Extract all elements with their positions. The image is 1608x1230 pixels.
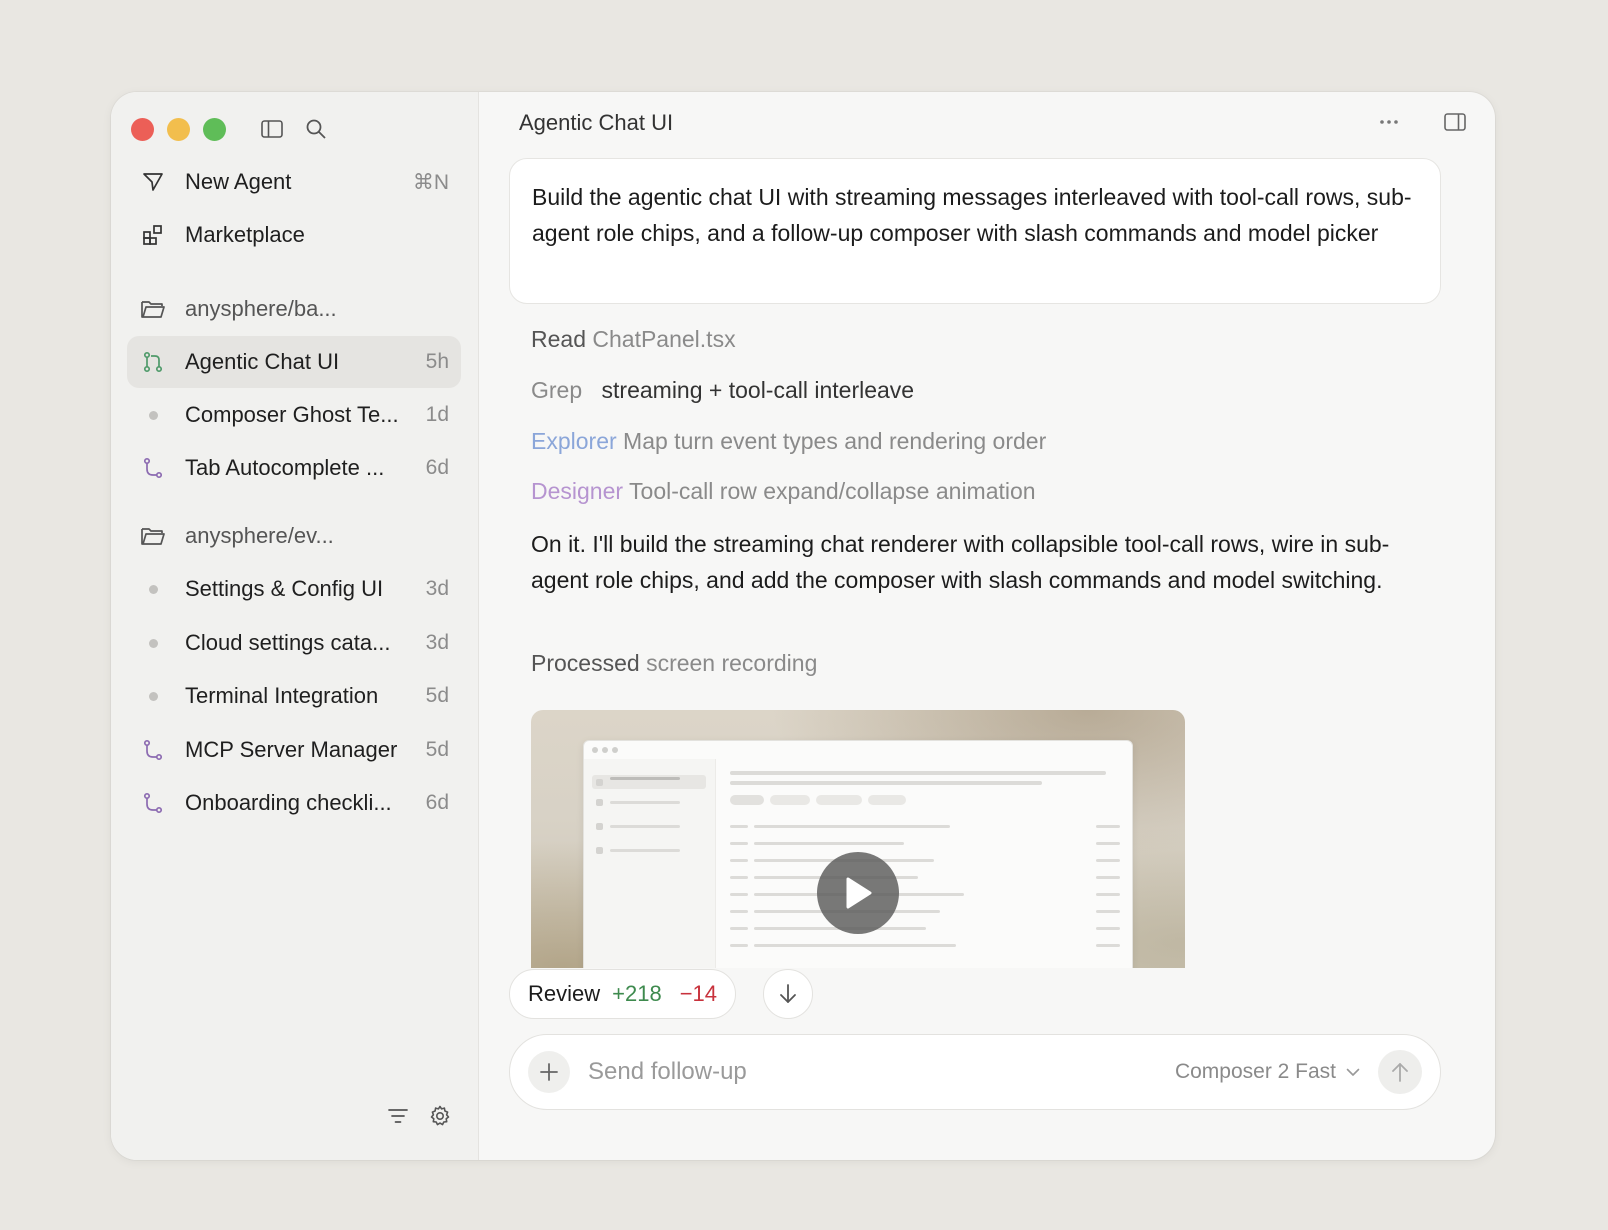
subagent-task: Tool-call row expand/collapse animation bbox=[629, 478, 1036, 504]
sidebar-item-settings-config[interactable]: Settings & Config UI 3d bbox=[127, 563, 461, 615]
play-icon bbox=[846, 877, 872, 909]
sidebar-item-time: 5h bbox=[425, 350, 449, 373]
add-attachment-button[interactable] bbox=[528, 1051, 570, 1093]
sidebar-item-label: Settings & Config UI bbox=[185, 576, 384, 601]
assistant-message: On it. I'll build the streaming chat ren… bbox=[531, 531, 1390, 593]
close-window-button[interactable] bbox=[131, 117, 154, 141]
sidebar-item-label: MCP Server Manager bbox=[185, 737, 398, 762]
send-icon bbox=[139, 168, 167, 196]
plus-icon bbox=[540, 1063, 558, 1081]
tool-call-arg: ChatPanel.tsx bbox=[592, 326, 736, 352]
zoom-window-button[interactable] bbox=[203, 117, 226, 141]
dot-icon bbox=[139, 575, 167, 603]
tool-call-verb: Read bbox=[531, 326, 586, 352]
sidebar-item-label: Agentic Chat UI bbox=[185, 349, 340, 374]
window-controls bbox=[131, 116, 329, 142]
folder-anysphere-ev[interactable]: anysphere/ev... bbox=[127, 510, 461, 562]
follow-up-input[interactable] bbox=[588, 1058, 1175, 1086]
folder-icon bbox=[139, 295, 167, 323]
sidebar-item-terminal-integration[interactable]: Terminal Integration 5d bbox=[127, 670, 461, 722]
review-changes-button[interactable]: Review +218 −14 bbox=[509, 969, 737, 1019]
tool-call-verb: Grep bbox=[531, 377, 583, 403]
filter-icon[interactable] bbox=[384, 1102, 412, 1130]
chevron-down-icon bbox=[1346, 1068, 1360, 1076]
sidebar-item-label: Tab Autocomplete ... bbox=[185, 455, 385, 480]
sidebar-item-time: 5d bbox=[425, 684, 449, 707]
new-agent-label: New Agent bbox=[185, 169, 292, 194]
minimize-window-button[interactable] bbox=[167, 117, 190, 141]
app-window: New Agent ⌘N Marketplace anysphere/ba...… bbox=[111, 92, 1495, 1160]
tool-call-verb: Processed bbox=[531, 650, 640, 676]
subagent-task: Map turn event types and rendering order bbox=[623, 428, 1047, 454]
sidebar-item-onboarding-checklist[interactable]: Onboarding checkli... 6d bbox=[127, 777, 461, 829]
screen-recording-video[interactable] bbox=[531, 710, 1185, 968]
new-agent-shortcut: ⌘N bbox=[412, 170, 449, 194]
role-chip-explorer: Explorer bbox=[531, 428, 617, 454]
sidebar-toggle-icon[interactable] bbox=[259, 116, 285, 142]
sidebar-item-time: 3d bbox=[425, 631, 449, 654]
follow-up-composer: Composer 2 Fast bbox=[509, 1034, 1441, 1110]
sidebar-item-agentic-chat-ui[interactable]: Agentic Chat UI 5h bbox=[127, 336, 461, 388]
sidebar: New Agent ⌘N Marketplace anysphere/ba...… bbox=[111, 92, 479, 1160]
tool-call-row-read[interactable]: Read ChatPanel.tsx bbox=[531, 326, 736, 353]
sidebar-item-label: Onboarding checkli... bbox=[185, 790, 392, 815]
more-options-icon[interactable] bbox=[1375, 108, 1403, 136]
folder-label: anysphere/ba... bbox=[185, 296, 337, 321]
arrow-down-icon bbox=[780, 984, 796, 1003]
marketplace-icon bbox=[139, 221, 167, 249]
sidebar-item-cloud-settings[interactable]: Cloud settings cata... 3d bbox=[127, 617, 461, 669]
sidebar-item-label: Cloud settings cata... bbox=[185, 630, 391, 655]
sidebar-item-time: 5d bbox=[425, 738, 449, 761]
tool-call-arg: screen recording bbox=[646, 650, 818, 676]
dot-icon bbox=[139, 629, 167, 657]
model-picker[interactable]: Composer 2 Fast bbox=[1175, 1060, 1360, 1084]
branch-green-icon bbox=[139, 348, 167, 376]
chat-panel: Agentic Chat UI Build the agentic chat U… bbox=[479, 92, 1495, 1160]
dot-icon bbox=[139, 401, 167, 429]
branch-purple-icon bbox=[139, 789, 167, 817]
new-agent-button[interactable]: New Agent ⌘N bbox=[127, 156, 461, 208]
marketplace-label: Marketplace bbox=[185, 222, 305, 247]
subagent-row-explorer[interactable]: Explorer Map turn event types and render… bbox=[531, 428, 1046, 455]
branch-purple-icon bbox=[139, 736, 167, 764]
sidebar-item-time: 3d bbox=[425, 577, 449, 600]
sidebar-item-mcp-server-manager[interactable]: MCP Server Manager 5d bbox=[127, 724, 461, 776]
sidebar-item-time: 6d bbox=[425, 456, 449, 479]
header-actions bbox=[1375, 108, 1469, 136]
user-message: Build the agentic chat UI with streaming… bbox=[509, 158, 1441, 304]
review-label: Review bbox=[528, 981, 601, 1006]
sidebar-item-composer-ghost[interactable]: Composer Ghost Te... 1d bbox=[127, 389, 461, 441]
lines-added-count: +218 bbox=[612, 981, 662, 1006]
search-icon[interactable] bbox=[303, 116, 329, 142]
folder-label: anysphere/ev... bbox=[185, 523, 334, 548]
dot-icon bbox=[139, 682, 167, 710]
marketplace-button[interactable]: Marketplace bbox=[127, 209, 461, 261]
arrow-up-icon bbox=[1392, 1063, 1408, 1082]
sidebar-item-label: Composer Ghost Te... bbox=[185, 402, 399, 427]
lines-removed-count: −14 bbox=[679, 981, 718, 1006]
play-button[interactable] bbox=[817, 852, 899, 934]
tool-call-row-grep[interactable]: Grep streaming + tool-call interleave bbox=[531, 377, 914, 404]
folder-anysphere-ba[interactable]: anysphere/ba... bbox=[127, 283, 461, 335]
branch-purple-icon bbox=[139, 454, 167, 482]
sidebar-item-label: Terminal Integration bbox=[185, 683, 379, 708]
sidebar-item-time: 6d bbox=[425, 791, 449, 814]
model-picker-label: Composer 2 Fast bbox=[1174, 1060, 1336, 1083]
right-panel-toggle-icon[interactable] bbox=[1441, 108, 1469, 136]
send-button[interactable] bbox=[1378, 1050, 1422, 1094]
gear-icon[interactable] bbox=[426, 1102, 454, 1130]
role-chip-designer: Designer bbox=[531, 478, 624, 504]
sidebar-item-time: 1d bbox=[425, 403, 449, 426]
subagent-row-designer[interactable]: Designer Tool-call row expand/collapse a… bbox=[531, 478, 1036, 505]
sidebar-item-tab-autocomplete[interactable]: Tab Autocomplete ... 6d bbox=[127, 442, 461, 494]
scroll-to-bottom-button[interactable] bbox=[763, 969, 813, 1019]
tool-call-arg: streaming + tool-call interleave bbox=[601, 377, 915, 403]
page-title: Agentic Chat UI bbox=[519, 110, 674, 135]
tool-call-row-processed[interactable]: Processed screen recording bbox=[531, 650, 817, 677]
sidebar-footer bbox=[384, 1102, 454, 1130]
folder-icon bbox=[139, 522, 167, 550]
